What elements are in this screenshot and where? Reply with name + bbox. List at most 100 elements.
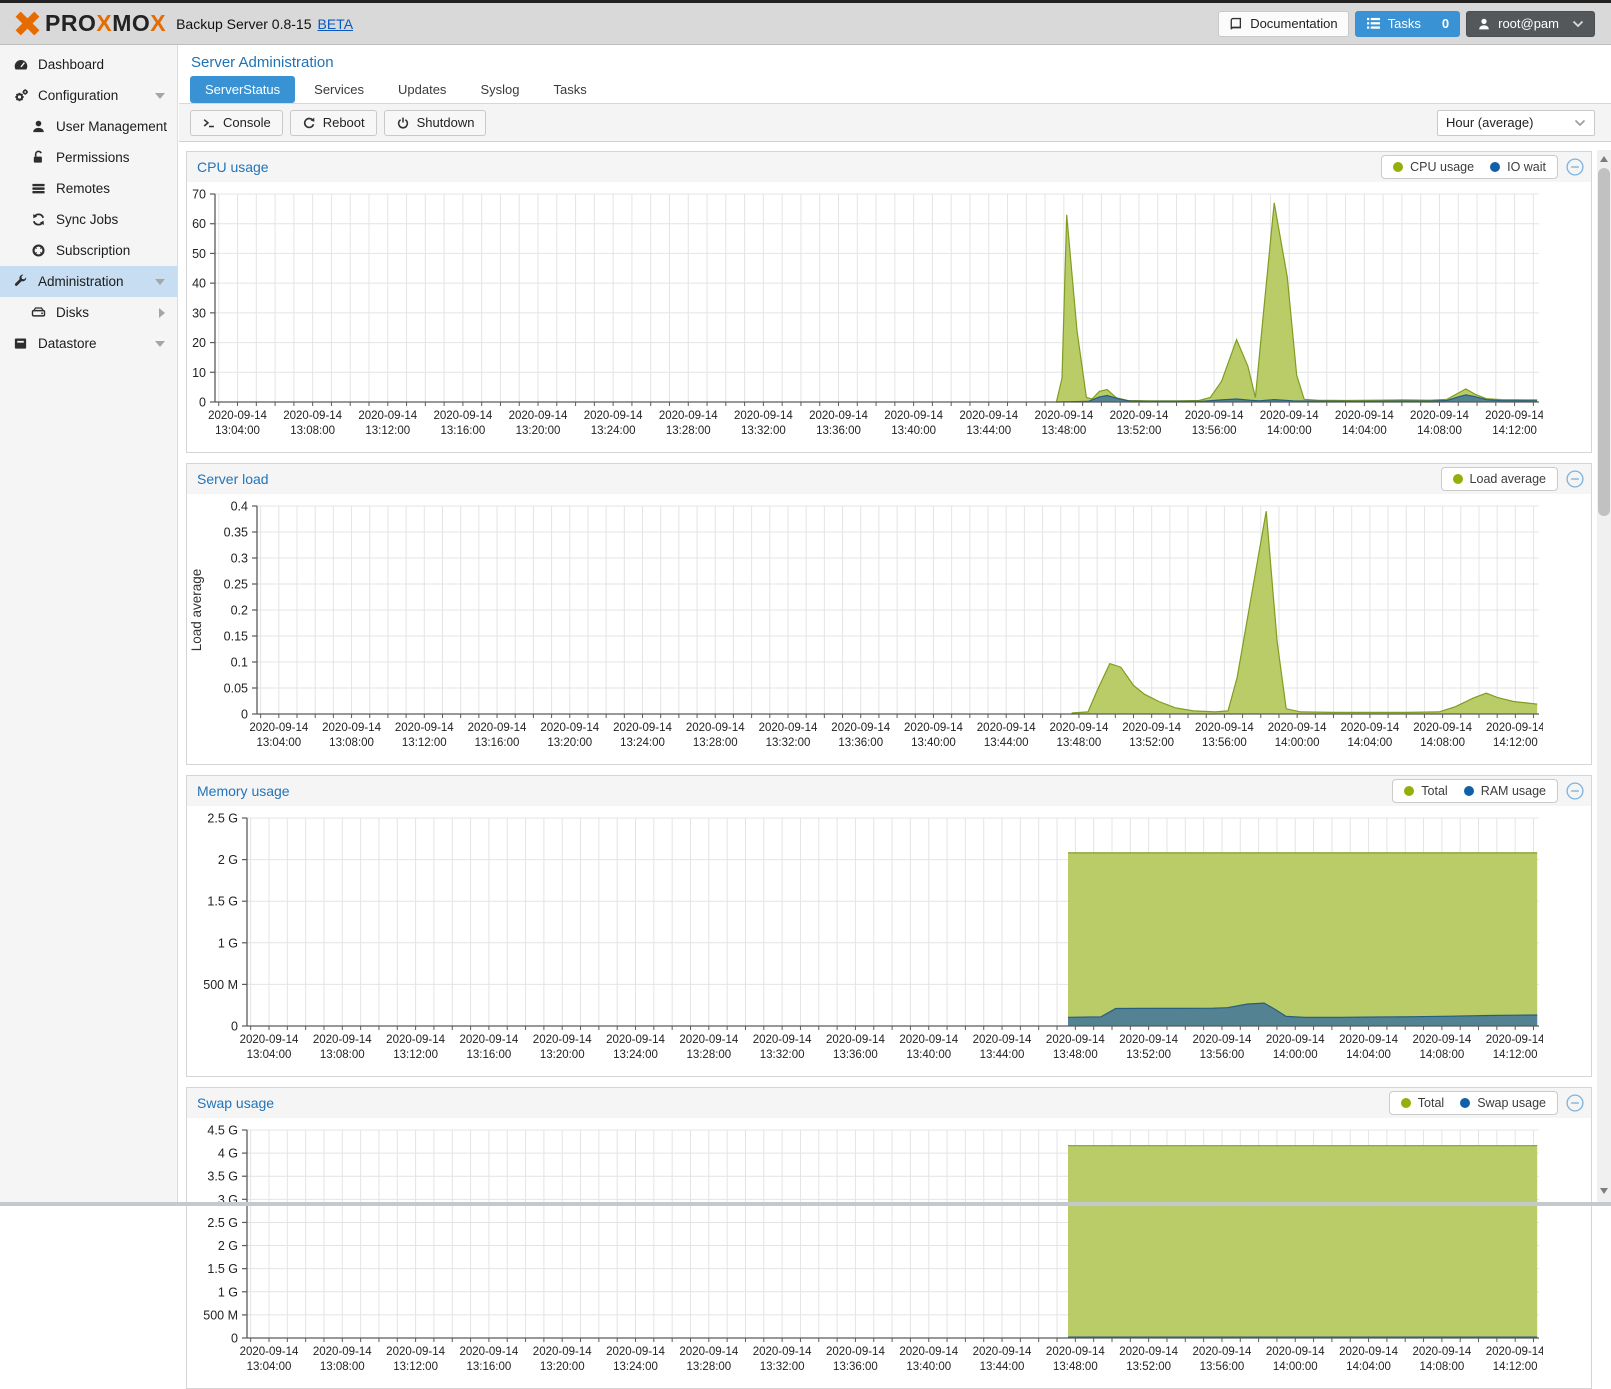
svg-text:0.4: 0.4 [231,500,248,514]
svg-text:14:04:00: 14:04:00 [1342,425,1387,437]
dashboard-icon [13,57,29,73]
svg-text:1 G: 1 G [218,936,238,950]
time-range-select[interactable]: Hour (average) [1437,110,1595,136]
swap-usage-legend[interactable]: Total Swap usage [1389,1091,1558,1115]
legend-item[interactable]: CPU usage [1393,160,1474,174]
svg-text:13:20:00: 13:20:00 [547,737,592,749]
sidebar-item-disks[interactable]: Disks [0,297,177,328]
svg-text:14:00:00: 14:00:00 [1273,1361,1318,1373]
collapse-panel-button[interactable] [1566,470,1584,488]
user-menu-button[interactable]: root@pam [1466,11,1595,37]
scrollbar-thumb[interactable] [1598,168,1610,516]
scroll-up-arrow-icon[interactable] [1600,156,1608,162]
shutdown-button[interactable]: Shutdown [384,110,487,136]
svg-text:13:04:00: 13:04:00 [215,425,260,437]
svg-text:2020-09-14: 2020-09-14 [1266,1346,1325,1358]
beta-link[interactable]: BETA [318,16,354,32]
console-button[interactable]: Console [190,110,283,136]
svg-text:13:16:00: 13:16:00 [467,1049,512,1061]
legend-dot-blue [1490,162,1500,172]
svg-text:0: 0 [241,708,248,722]
svg-text:2020-09-14: 2020-09-14 [1486,1034,1543,1046]
collapse-panel-button[interactable] [1566,158,1584,176]
tasks-button[interactable]: Tasks 0 [1355,11,1460,37]
chevron-down-icon[interactable] [155,93,165,99]
cpu-usage-panel: CPU usage CPU usage IO wait 010203040 [186,151,1592,453]
power-icon [396,116,410,130]
legend-item[interactable]: Swap usage [1460,1096,1546,1110]
svg-text:2020-09-14: 2020-09-14 [313,1034,372,1046]
svg-text:2020-09-14: 2020-09-14 [468,722,527,734]
svg-text:13:48:00: 13:48:00 [1041,425,1086,437]
legend-item[interactable]: Total [1404,784,1447,798]
sidebar-item-administration[interactable]: Administration [0,266,177,297]
legend-item[interactable]: RAM usage [1464,784,1546,798]
legend-dot-green [1393,162,1403,172]
legend-dot-green [1404,786,1414,796]
server-load-panel-header: Server load Load average [187,464,1591,494]
cpu-usage-legend[interactable]: CPU usage IO wait [1381,155,1558,179]
sidebar-item-subscription[interactable]: Subscription [0,235,177,266]
svg-text:70: 70 [192,188,206,202]
sidebar-item-sync-jobs[interactable]: Sync Jobs [0,204,177,235]
svg-text:2020-09-14: 2020-09-14 [1486,722,1543,734]
svg-text:14:08:00: 14:08:00 [1419,1361,1464,1373]
server-load-legend[interactable]: Load average [1441,467,1558,491]
collapse-panel-button[interactable] [1566,782,1584,800]
tab-tasks[interactable]: Tasks [538,76,601,103]
tab-updates[interactable]: Updates [383,76,461,103]
chevron-down-icon[interactable] [155,279,165,285]
memory-usage-panel-header: Memory usage Total RAM usage [187,776,1591,806]
sidebar-item-dashboard[interactable]: Dashboard [0,49,177,80]
svg-text:2020-09-14: 2020-09-14 [240,1346,299,1358]
page-title: Server Administration [179,45,1611,76]
reboot-button[interactable]: Reboot [290,110,377,136]
legend-item[interactable]: Total [1401,1096,1444,1110]
tab-serverstatus[interactable]: ServerStatus [190,76,295,103]
svg-text:13:28:00: 13:28:00 [686,1049,731,1061]
svg-text:13:44:00: 13:44:00 [980,1049,1025,1061]
collapse-panel-button[interactable] [1566,1094,1584,1112]
svg-text:2020-09-14: 2020-09-14 [977,722,1036,734]
svg-text:4.5 G: 4.5 G [207,1124,238,1138]
chevron-down-icon[interactable] [155,341,165,347]
sidebar-item-configuration[interactable]: Configuration [0,80,177,111]
svg-text:1.5 G: 1.5 G [207,895,238,909]
svg-text:0.15: 0.15 [224,630,248,644]
svg-text:13:04:00: 13:04:00 [247,1361,292,1373]
vertical-scrollbar[interactable] [1597,150,1611,1202]
svg-text:14:08:00: 14:08:00 [1417,425,1462,437]
cpu-usage-chart-body: 0102030405060702020-09-1413:04:002020-09… [187,182,1591,452]
svg-text:2020-09-14: 2020-09-14 [1260,410,1319,422]
sidebar-item-datastore[interactable]: Datastore [0,328,177,359]
svg-text:13:48:00: 13:48:00 [1053,1361,1098,1373]
sidebar: Dashboard Configuration User Management … [0,45,178,1202]
svg-text:2020-09-14: 2020-09-14 [679,1034,738,1046]
svg-text:13:04:00: 13:04:00 [256,737,301,749]
sidebar-item-user-management[interactable]: User Management [0,111,177,142]
legend-dot-blue [1460,1098,1470,1108]
svg-text:30: 30 [192,306,206,320]
documentation-button[interactable]: Documentation [1218,11,1348,37]
svg-text:13:12:00: 13:12:00 [402,737,447,749]
window-bottom-edge [0,1202,1611,1206]
memory-usage-legend[interactable]: Total RAM usage [1392,779,1558,803]
svg-text:2020-09-14: 2020-09-14 [1185,410,1244,422]
panel-title: Server load [197,471,269,487]
legend-item[interactable]: Load average [1453,472,1546,486]
svg-text:13:24:00: 13:24:00 [613,1361,658,1373]
chevron-right-icon[interactable] [159,308,165,318]
svg-text:2020-09-14: 2020-09-14 [606,1034,665,1046]
sidebar-item-remotes[interactable]: Remotes [0,173,177,204]
tab-services[interactable]: Services [299,76,379,103]
svg-text:2020-09-14: 2020-09-14 [1413,722,1472,734]
svg-text:13:04:00: 13:04:00 [247,1049,292,1061]
svg-text:2020-09-14: 2020-09-14 [1410,410,1469,422]
tab-syslog[interactable]: Syslog [465,76,534,103]
svg-text:2020-09-14: 2020-09-14 [613,722,672,734]
svg-text:2020-09-14: 2020-09-14 [240,1034,299,1046]
svg-text:2020-09-14: 2020-09-14 [809,410,868,422]
legend-item[interactable]: IO wait [1490,160,1546,174]
scroll-down-arrow-icon[interactable] [1600,1188,1608,1194]
sidebar-item-permissions[interactable]: Permissions [0,142,177,173]
